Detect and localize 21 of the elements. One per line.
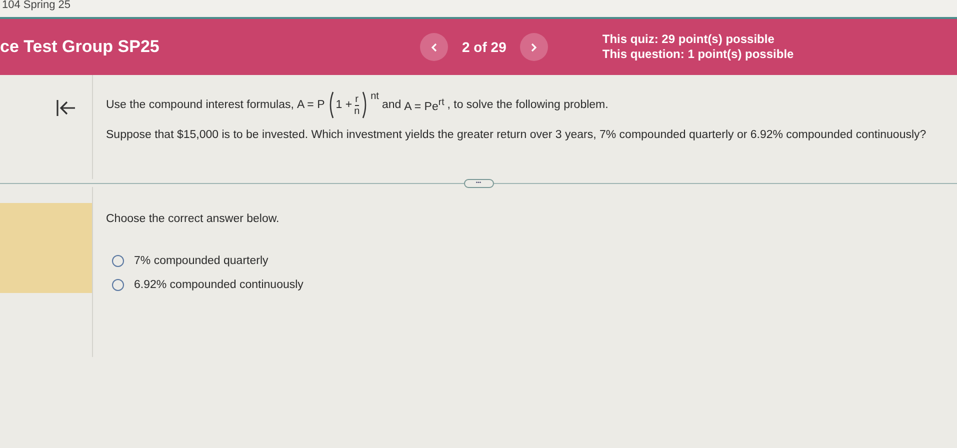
chevron-right-icon <box>531 42 538 52</box>
chevron-left-icon <box>431 42 437 52</box>
previous-button[interactable] <box>420 33 448 61</box>
quiz-points: This quiz: 29 point(s) possible <box>602 32 776 47</box>
next-button[interactable] <box>520 33 548 61</box>
question-points: This question: 1 point(s) possible <box>602 47 794 62</box>
instruction-text: , to solve the following problem. <box>447 99 608 111</box>
quiz-title: ce Test Group SP25 <box>0 37 160 57</box>
question-position: 2 of 29 <box>462 39 506 55</box>
answer-option[interactable]: 6.92% compounded continuously <box>112 273 304 297</box>
collapse-icon[interactable] <box>56 99 76 117</box>
problem-text: Suppose that $15,000 is to be invested. Which investment yields the greater return over 3 years, 7% compounded quarterly or 6.92% compounded continuously? <box>106 129 926 141</box>
right-parenthesis-icon <box>362 91 369 119</box>
radio-button[interactable] <box>112 279 124 291</box>
radio-button[interactable] <box>112 255 124 267</box>
answer-prompt: Choose the correct answer below. <box>106 213 280 225</box>
instruction-text: Use the compound interest formulas, <box>106 99 294 111</box>
answer-option[interactable]: 7% compounded quarterly <box>112 249 268 273</box>
browser-tab-title[interactable]: 104 Spring 25 <box>0 0 70 10</box>
continuous-interest-formula: A = Pe$^{rt}$ <box>404 97 444 113</box>
instruction-text: and <box>382 99 402 111</box>
